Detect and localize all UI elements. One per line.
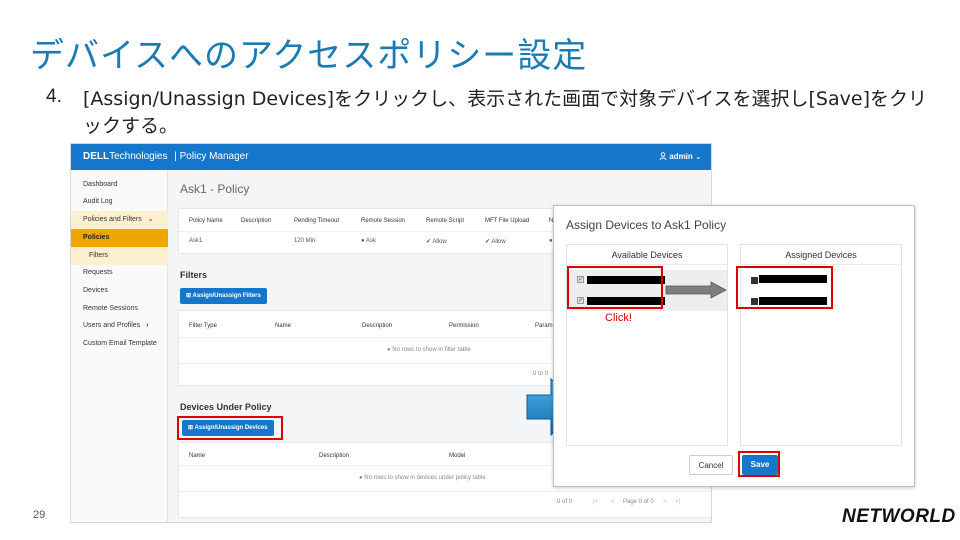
sidebar-item-audit-log[interactable]: Audit Log [71, 193, 168, 211]
sidebar-item-requests[interactable]: Requests [71, 264, 168, 282]
column-header: Name [275, 323, 292, 329]
sidebar: Dashboard Audit Log Policies and Filters… [71, 170, 168, 522]
paging-count: 0 of 0 [557, 499, 573, 505]
column-header: MFT File Upload [485, 218, 530, 224]
info-icon: ● [359, 475, 363, 481]
empty-table-message: ● No rows to show in filter table [387, 347, 471, 353]
step-instruction: [Assign/Unassign Devices]をクリックし、表示された画面で… [83, 88, 927, 137]
check-circle-icon: ✔ [426, 239, 432, 245]
column-header: Remote Session [361, 218, 406, 224]
user-icon [659, 152, 667, 161]
app-header: DELLTechnologies | Policy Manager admin … [71, 144, 711, 170]
networld-logo: NETWORLD [842, 506, 956, 527]
info-icon: ● [361, 238, 365, 244]
plus-square-icon: ⊞ [186, 293, 192, 299]
available-devices-header: Available Devices [567, 245, 727, 265]
last-page-button[interactable]: >| [675, 499, 680, 505]
previous-page-button[interactable]: < [611, 499, 615, 505]
highlight-available-devices [567, 266, 663, 309]
slide-title: デバイスへのアクセスポリシー設定 [30, 36, 588, 76]
pending-timeout-cell: 120 Min [294, 238, 316, 244]
column-header: Description [362, 323, 393, 329]
app-brand: DELLTechnologies | Policy Manager [83, 151, 249, 162]
filters-title: Filters [180, 270, 208, 280]
column-header: Remote Script [426, 218, 465, 224]
check-circle-icon: ✔ [485, 239, 491, 245]
move-arrow-icon [665, 281, 727, 299]
assign-devices-dialog: Assign Devices to Ask1 Policy Available … [553, 205, 915, 487]
empty-table-message: ● No rows to show in devices under polic… [359, 475, 486, 481]
dialog-title: Assign Devices to Ask1 Policy [566, 218, 727, 232]
dell-logo: DELL [83, 151, 110, 162]
cancel-button[interactable]: Cancel [689, 455, 733, 475]
column-header: Policy Name [189, 218, 223, 224]
sidebar-item-devices[interactable]: Devices [71, 282, 168, 300]
column-header: Filter Type [189, 323, 217, 329]
assign-unassign-filters-button[interactable]: ⊞ Assign/Unassign Filters [180, 288, 267, 304]
mft-file-upload-cell: ✔ Allow [485, 239, 506, 245]
policy-name-cell: Ask1 [189, 238, 203, 244]
chevron-down-icon: ⌄ [147, 216, 154, 223]
assigned-devices-header: Assigned Devices [741, 245, 901, 265]
first-page-button[interactable]: |< [593, 499, 598, 505]
column-header: Param [535, 323, 553, 329]
page-number: 29 [33, 509, 46, 521]
info-icon: ● [387, 347, 391, 353]
remote-script-cell: ✔ Allow [426, 239, 447, 245]
column-header: Model [449, 453, 466, 459]
sidebar-item-remote-sessions[interactable]: Remote Sessions [71, 300, 168, 318]
sidebar-item-label: Policies and Filters [83, 216, 142, 223]
sidebar-item-dashboard[interactable]: Dashboard [71, 176, 168, 194]
step-number: 4. [46, 86, 62, 107]
sidebar-item-label: Users and Profiles [83, 322, 141, 329]
click-annotation: Click! [605, 312, 632, 324]
product-name: | Policy Manager [174, 151, 249, 162]
column-header: Permission [449, 323, 479, 329]
chevron-right-icon: › [146, 322, 149, 329]
highlight-save-button [738, 451, 780, 477]
column-header: Description [241, 218, 272, 224]
devices-under-policy-title: Devices Under Policy [180, 402, 272, 412]
next-page-button[interactable]: > [663, 499, 667, 505]
sidebar-item-policies[interactable]: Policies [71, 229, 168, 247]
sidebar-item-filters[interactable]: Filters [71, 247, 168, 265]
sidebar-item-users-and-profiles[interactable]: Users and Profiles › [71, 317, 168, 335]
chevron-down-icon: ⌄ [695, 152, 702, 161]
page-indicator: Page 0 of 0 [623, 499, 654, 505]
brand-technologies: Technologies [109, 151, 168, 162]
remote-session-cell: ● Ask [361, 238, 376, 244]
column-header: Pending Timeout [294, 218, 340, 224]
user-menu[interactable]: admin ⌄ [659, 152, 702, 161]
highlight-assign-devices [177, 416, 283, 440]
user-name: admin [669, 152, 693, 161]
sidebar-item-policies-and-filters[interactable]: Policies and Filters ⌄ [71, 211, 168, 229]
sidebar-item-custom-email-template[interactable]: Custom Email Template [71, 335, 168, 353]
column-header: Name [189, 453, 206, 459]
page-title: Ask1 - Policy [180, 182, 250, 196]
highlight-assigned-devices [736, 266, 833, 309]
column-header: Description [319, 453, 350, 459]
